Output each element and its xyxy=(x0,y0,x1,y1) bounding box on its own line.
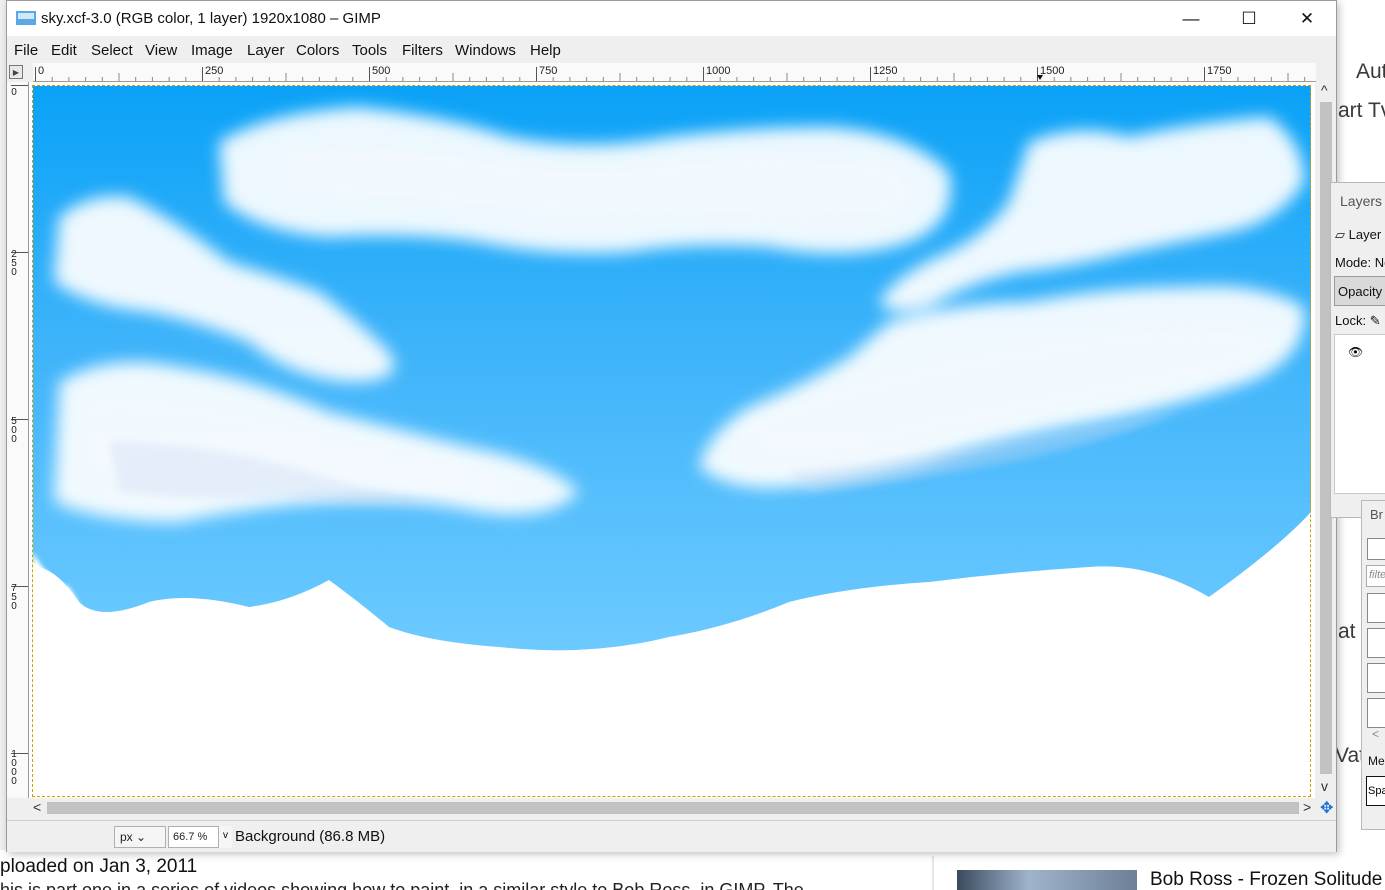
close-button[interactable]: ✕ xyxy=(1278,1,1336,36)
menu-edit[interactable]: Edit xyxy=(51,42,77,59)
brush-mode[interactable]: Me xyxy=(1368,754,1385,768)
vruler-label-1000: 1000 xyxy=(11,749,17,787)
status-message: Background (86.8 MB) xyxy=(235,828,386,845)
opacity-slider[interactable]: Opacity xyxy=(1334,276,1385,306)
horizontal-scroll-thumb[interactable] xyxy=(47,802,1299,814)
opacity-label: Opacity xyxy=(1338,284,1383,299)
zoom-value: 66.7 % xyxy=(173,831,208,843)
layers-tab[interactable]: Layers xyxy=(1340,193,1382,209)
ruler-label-750: 750 xyxy=(539,65,558,77)
menu-windows[interactable]: Windows xyxy=(455,42,516,59)
ruler-label-250: 250 xyxy=(205,65,224,77)
ruler-label-0: 0 xyxy=(38,65,45,77)
scroll-up-arrow-icon[interactable]: ^ xyxy=(1321,82,1328,98)
sky-painting xyxy=(29,82,1315,798)
visibility-eye-icon[interactable]: 👁 xyxy=(1348,345,1363,359)
menu-tools[interactable]: Tools xyxy=(352,42,387,59)
brush-thumbnail[interactable] xyxy=(1367,698,1385,728)
bg-heading-fragment-1: Aut xyxy=(1356,60,1385,83)
status-bar: px ⌄ 66.7 % v Background (86.8 MB) xyxy=(7,820,1336,852)
vruler-label-500: 500 xyxy=(11,416,17,445)
upload-date: ploaded on Jan 3, 2011 xyxy=(0,856,198,877)
menu-colors[interactable]: Colors xyxy=(296,42,339,59)
vruler-label-750: 750 xyxy=(11,583,17,612)
video-description: his is part one in a series of videos sh… xyxy=(0,880,804,890)
brush-thumbnail[interactable] xyxy=(1367,593,1385,623)
scroll-right-arrow-icon[interactable]: > xyxy=(1303,799,1311,815)
maximize-button[interactable]: ☐ xyxy=(1220,1,1278,36)
bg-heading-fragment-3: at xyxy=(1338,620,1356,643)
ruler-label-500: 500 xyxy=(372,65,391,77)
unit-value: px xyxy=(120,830,133,844)
window-title: sky.xcf-3.0 (RGB color, 1 layer) 1920x10… xyxy=(41,10,381,27)
ruler-label-1250: 1250 xyxy=(873,65,898,77)
layers-dock: Layers ▱ Layer Mode: Nc Opacity Lock: ✎ … xyxy=(1330,182,1385,518)
spacing-field[interactable]: Spa xyxy=(1366,776,1385,806)
bg-heading-fragment-2: art Tv xyxy=(1338,99,1385,122)
selected-brush-preview[interactable] xyxy=(1367,538,1385,560)
scroll-down-arrow-icon[interactable]: v xyxy=(1321,778,1328,794)
layer-item-row[interactable]: ▱ Layer xyxy=(1335,227,1381,243)
menu-file[interactable]: File xyxy=(14,42,38,59)
navigate-icon[interactable]: ✥ xyxy=(1320,798,1333,818)
horizontal-scrollbar[interactable]: < > xyxy=(29,798,1315,818)
vruler-label-250: 250 xyxy=(11,249,17,278)
menu-select[interactable]: Select xyxy=(91,42,133,59)
column-separator xyxy=(932,856,934,890)
brush-thumbnail[interactable] xyxy=(1367,628,1385,658)
menu-layer[interactable]: Layer xyxy=(247,42,285,59)
horizontal-ruler[interactable]: 0 250 500 750 1000 1250 1500 1750 xyxy=(33,63,1316,82)
menu-filters[interactable]: Filters xyxy=(402,42,443,59)
menu-image[interactable]: Image xyxy=(191,42,233,59)
brushes-dock: Br filte < Me Spa xyxy=(1361,500,1385,830)
vruler-label-0: 0 xyxy=(11,87,17,98)
mode-label[interactable]: Mode: Nc xyxy=(1335,255,1385,270)
ruler-label-1750: 1750 xyxy=(1207,65,1232,77)
unit-select[interactable]: px ⌄ xyxy=(114,826,166,848)
title-bar[interactable]: sky.xcf-3.0 (RGB color, 1 layer) 1920x10… xyxy=(7,1,1336,36)
brushes-tab[interactable]: Br xyxy=(1370,507,1383,522)
video-description-area: ploaded on Jan 3, 2011 his is part one i… xyxy=(0,856,920,890)
lock-label: Lock: xyxy=(1335,313,1367,328)
gimp-app-icon xyxy=(16,11,36,25)
screen: Aut art Tv at Vate ploaded on Jan 3, 201… xyxy=(0,0,1385,890)
minimize-button[interactable]: — xyxy=(1162,1,1220,36)
brush-scroll-left-icon[interactable]: < xyxy=(1372,727,1379,741)
zoom-dropdown-icon[interactable]: v xyxy=(218,826,232,848)
vertical-ruler[interactable]: 0 250 500 750 1000 xyxy=(7,82,29,798)
gimp-image-window: sky.xcf-3.0 (RGB color, 1 layer) 1920x10… xyxy=(6,0,1337,852)
menu-bar: File Edit Select View Image Layer Colors… xyxy=(7,38,1336,63)
quick-mask-toggle[interactable]: ▶ xyxy=(9,65,23,79)
horizontal-ruler-ticks xyxy=(35,67,1306,81)
menu-view[interactable]: View xyxy=(145,42,177,59)
image-canvas[interactable] xyxy=(29,82,1315,798)
layer-stack-icon: ▱ xyxy=(1335,227,1345,242)
related-video-thumbnail[interactable] xyxy=(957,870,1137,890)
brush-thumbnail[interactable] xyxy=(1367,663,1385,693)
menu-help[interactable]: Help xyxy=(530,42,561,59)
ruler-label-1000: 1000 xyxy=(706,65,731,77)
scroll-left-arrow-icon[interactable]: < xyxy=(33,799,41,815)
layers-list[interactable]: 👁 xyxy=(1334,334,1385,494)
lock-row: Lock: ✎ xyxy=(1335,313,1381,329)
related-video-title[interactable]: Bob Ross - Frozen Solitude xyxy=(1150,869,1382,890)
brush-filter-input[interactable]: filte xyxy=(1366,565,1385,587)
ruler-label-1500: 1500 xyxy=(1040,65,1065,77)
lock-pixels-icon[interactable]: ✎ xyxy=(1370,313,1381,328)
layer-item-label: Layer xyxy=(1348,227,1382,242)
